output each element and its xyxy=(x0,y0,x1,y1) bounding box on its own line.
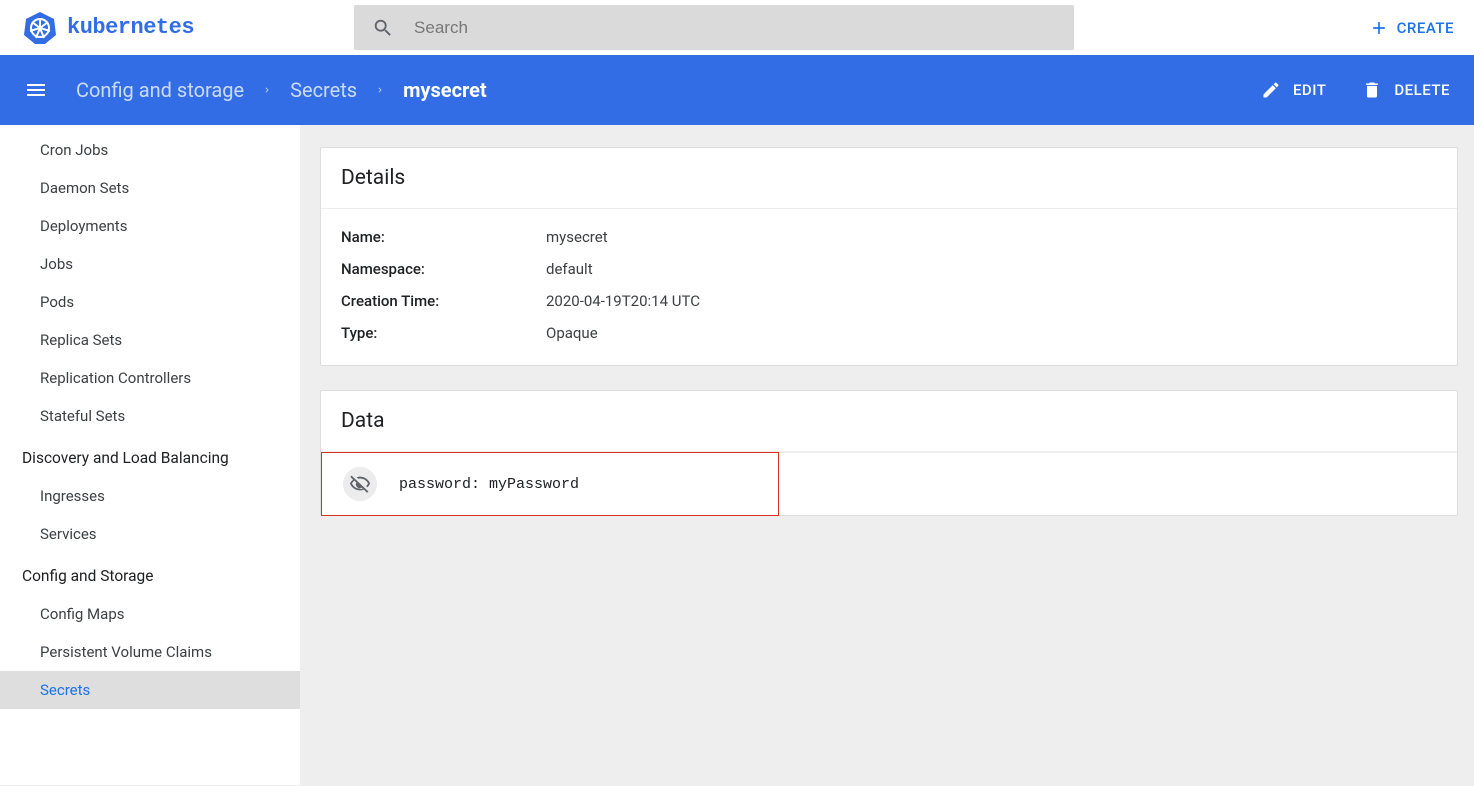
details-title: Details xyxy=(321,148,1457,209)
detail-key: Name: xyxy=(341,228,546,246)
secret-entry: password: myPassword xyxy=(321,452,1457,515)
brand-text: kubernetes xyxy=(67,15,194,40)
create-button[interactable]: CREATE xyxy=(1369,18,1454,38)
main-content: Details Name: mysecret Namespace: defaul… xyxy=(300,125,1474,560)
secret-text: password: myPassword xyxy=(399,476,579,493)
detail-val: default xyxy=(546,260,593,278)
sidebar-item-jobs[interactable]: Jobs xyxy=(0,245,300,283)
plus-icon xyxy=(1369,18,1389,38)
data-title: Data xyxy=(321,391,1457,452)
sidebar-item-replication-controllers[interactable]: Replication Controllers xyxy=(0,359,300,397)
sidebar-item-replica-sets[interactable]: Replica Sets xyxy=(0,321,300,359)
eye-off-icon xyxy=(349,473,371,495)
crumb-current: mysecret xyxy=(403,78,487,102)
search-input[interactable] xyxy=(414,18,1056,38)
detail-val: mysecret xyxy=(546,228,608,246)
trash-icon xyxy=(1362,80,1382,100)
detail-val: Opaque xyxy=(546,324,598,342)
edit-button[interactable]: EDIT xyxy=(1261,80,1326,100)
brand-logo[interactable]: kubernetes xyxy=(23,11,194,45)
chevron-right-icon xyxy=(262,82,272,98)
sidebar: Cron Jobs Daemon Sets Deployments Jobs P… xyxy=(0,125,300,785)
topbar: kubernetes CREATE xyxy=(0,0,1474,55)
menu-icon[interactable] xyxy=(24,78,48,102)
delete-button[interactable]: DELETE xyxy=(1362,80,1450,100)
details-card: Details Name: mysecret Namespace: defaul… xyxy=(320,147,1458,366)
crumb-config-storage[interactable]: Config and storage xyxy=(76,78,244,102)
detail-key: Creation Time: xyxy=(341,292,546,310)
edit-label: EDIT xyxy=(1293,81,1326,99)
sidebar-item-ingresses[interactable]: Ingresses xyxy=(0,477,300,515)
sidebar-group-config: Config and Storage xyxy=(0,553,300,595)
detail-row-name: Name: mysecret xyxy=(341,221,1437,253)
detail-key: Type: xyxy=(341,324,546,342)
sidebar-item-daemon-sets[interactable]: Daemon Sets xyxy=(0,169,300,207)
chevron-right-icon xyxy=(375,82,385,98)
create-label: CREATE xyxy=(1397,19,1454,37)
secret-key: password: xyxy=(399,476,480,493)
sidebar-group-discovery: Discovery and Load Balancing xyxy=(0,435,300,477)
detail-row-namespace: Namespace: default xyxy=(341,253,1437,285)
sidebar-item-pods[interactable]: Pods xyxy=(0,283,300,321)
data-card: Data password: myPassword xyxy=(320,390,1458,516)
sidebar-item-config-maps[interactable]: Config Maps xyxy=(0,595,300,633)
kubernetes-logo-icon xyxy=(23,11,57,45)
delete-label: DELETE xyxy=(1394,81,1450,99)
detail-val: 2020-04-19T20:14 UTC xyxy=(546,292,700,310)
toggle-visibility-button[interactable] xyxy=(343,467,377,501)
secret-value: myPassword xyxy=(489,476,579,493)
crumb-secrets[interactable]: Secrets xyxy=(290,78,357,102)
sidebar-item-deployments[interactable]: Deployments xyxy=(0,207,300,245)
search-icon xyxy=(372,17,394,39)
sidebar-item-secrets[interactable]: Secrets xyxy=(0,671,300,709)
detail-row-creation-time: Creation Time: 2020-04-19T20:14 UTC xyxy=(341,285,1437,317)
breadcrumb: Config and storage Secrets mysecret xyxy=(76,78,487,102)
detail-key: Namespace: xyxy=(341,260,546,278)
sidebar-item-pvc[interactable]: Persistent Volume Claims xyxy=(0,633,300,671)
sidebar-item-services[interactable]: Services xyxy=(0,515,300,553)
pencil-icon xyxy=(1261,80,1281,100)
breadcrumb-bar: Config and storage Secrets mysecret EDIT… xyxy=(0,55,1474,125)
sidebar-item-stateful-sets[interactable]: Stateful Sets xyxy=(0,397,300,435)
search-box[interactable] xyxy=(354,5,1074,50)
sidebar-item-cron-jobs[interactable]: Cron Jobs xyxy=(0,131,300,169)
detail-row-type: Type: Opaque xyxy=(341,317,1437,349)
